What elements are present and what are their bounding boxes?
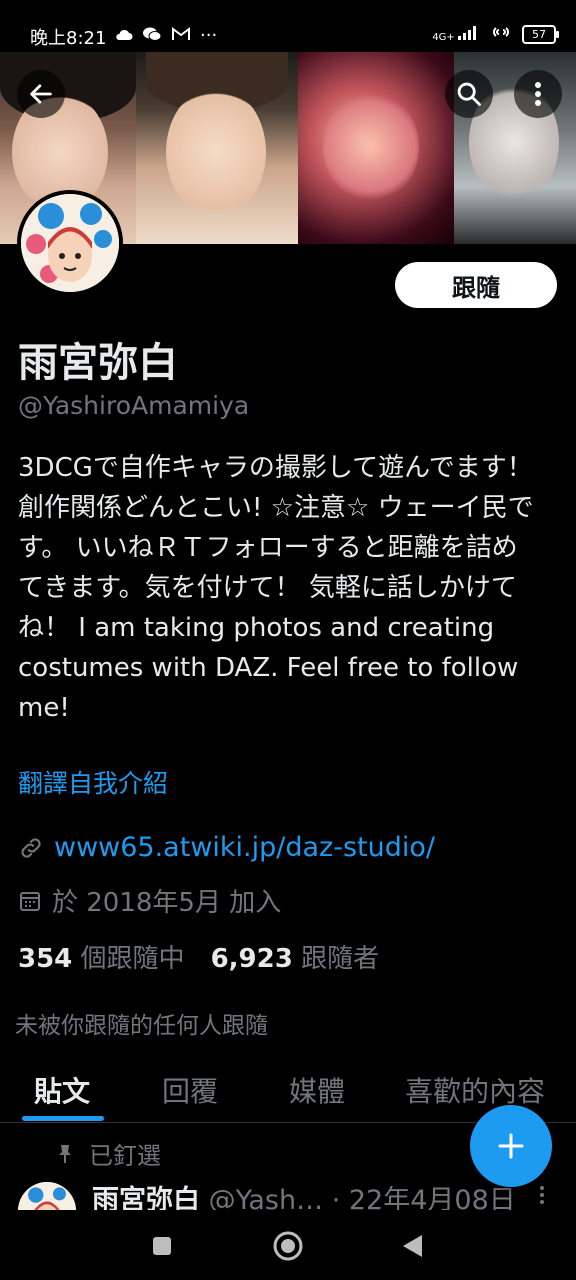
more-vertical-icon [540,1186,544,1204]
nav-home-icon [273,1231,303,1261]
display-name: 雨宮弥白 [18,340,178,386]
follow-button[interactable]: 跟隨 [395,262,557,308]
nav-recents-icon [153,1237,171,1255]
nav-back-button[interactable] [400,1233,424,1263]
link-icon [21,837,41,858]
profile-avatar[interactable] [17,190,123,296]
avatar-image [21,194,119,292]
more-options-button[interactable] [514,70,562,118]
status-notification-icons: ··· [115,25,217,46]
pin-icon [59,1144,71,1163]
cloud-icon [115,26,133,45]
nav-back-icon [403,1235,422,1257]
status-time: 晚上8:21 [30,28,107,49]
website-row: www65.atwiki.jp/daz-studio/ [18,832,435,863]
tab-posts[interactable]: 貼文 [34,1070,90,1110]
active-tab-indicator [22,1116,104,1121]
following-stat[interactable]: 354 個跟隨中 [18,938,185,975]
pinned-indicator: 已釘選 [55,1136,161,1171]
following-label: 個跟隨中 [80,944,185,974]
calendar-icon [20,891,40,911]
followers-count: 6,923 [210,944,293,974]
tab-likes[interactable]: 喜歡的內容 [405,1070,545,1110]
profile-bio: 3DCGで自作キャラの撮影して遊んでます！創作関係どんとこい! ☆注意☆ ウェー… [18,453,534,723]
translate-bio-link[interactable]: 翻譯自我介紹 [18,764,168,800]
banner-photo-2 [136,52,298,244]
mutual-followers-note: 未被你跟隨的任何人跟隨 [15,1013,268,1039]
followers-stat[interactable]: 6,923 跟隨者 [211,938,380,975]
website-link[interactable]: www65.atwiki.jp/daz-studio/ [54,832,435,863]
join-date: 於 2018年5月 加入 [52,888,282,918]
battery-icon: 57 [522,24,559,44]
nav-home-button[interactable] [272,1230,304,1266]
network-type: 4G+ [432,31,455,43]
signal-icon: 4G+ [432,25,480,43]
back-arrow-icon [30,84,52,104]
back-button[interactable] [17,70,65,118]
followers-label: 跟隨者 [301,944,380,974]
system-nav-bar [0,1210,576,1280]
following-count: 354 [18,944,73,974]
nav-recents-button[interactable] [150,1234,174,1262]
status-bar: 晚上8:21 ··· 4G+ 57 [0,0,576,52]
user-handle: @YashiroAmamiya [18,391,250,420]
join-date-row: 於 2018年5月 加入 [18,882,281,919]
banner-photo-3 [298,52,454,244]
gmail-icon [171,26,191,45]
tab-replies[interactable]: 回覆 [162,1070,218,1110]
search-button[interactable] [445,70,493,118]
search-icon [457,82,481,106]
follow-stats: 354 個跟隨中 6,923 跟隨者 [18,938,379,975]
status-system-icons: 4G+ 57 [432,24,559,44]
compose-plus-icon [498,1133,524,1159]
compose-button[interactable] [470,1105,552,1187]
tweet-more-button[interactable] [538,1184,546,1210]
hotspot-icon [490,24,512,44]
pinned-label: 已釘選 [89,1142,161,1170]
tab-media[interactable]: 媒體 [289,1070,345,1110]
wechat-icon [142,26,162,46]
more-notifications-icon: ··· [200,25,218,46]
more-vertical-icon [535,82,541,106]
